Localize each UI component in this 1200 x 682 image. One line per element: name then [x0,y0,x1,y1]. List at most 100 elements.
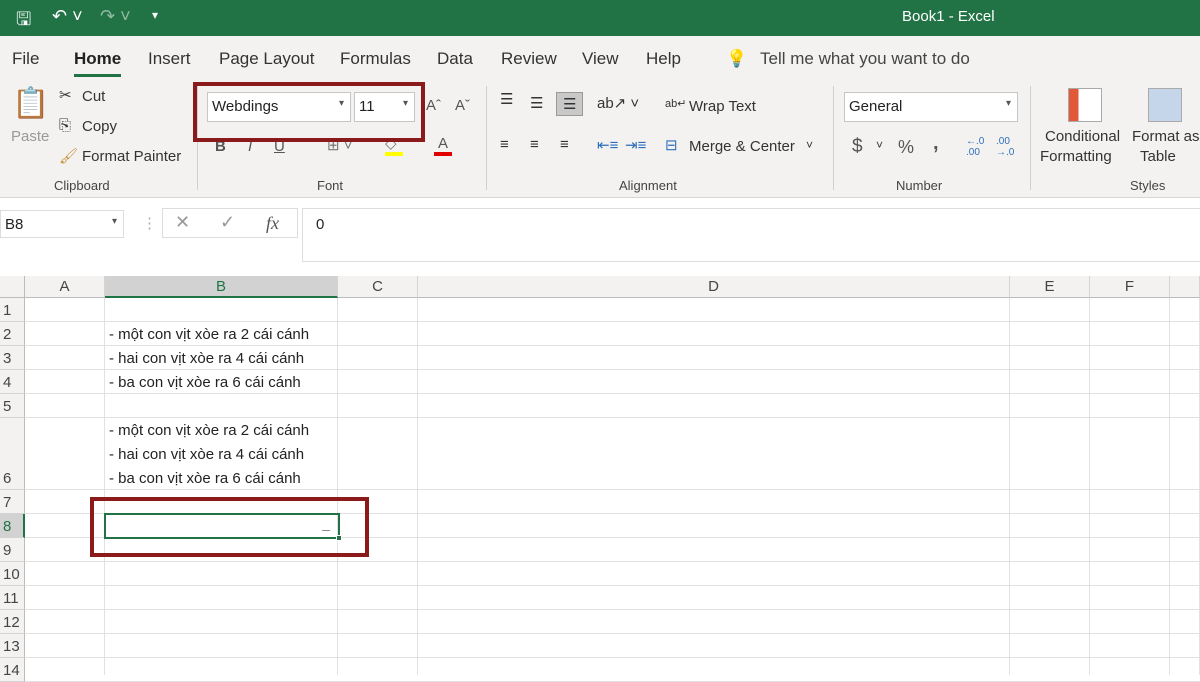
wrap-text-button[interactable]: Wrap Text [689,98,756,115]
row-header[interactable]: 7 [0,490,25,514]
format-as-table-button[interactable]: Format as [1132,128,1200,145]
font-color-button[interactable]: A [434,135,452,156]
formula-bar-area: B8 ⋮ ✕ ✓ fx 0 [0,198,1200,276]
insert-function-button[interactable]: fx [266,213,279,234]
row-header[interactable]: 11 [0,586,25,610]
increase-font-icon[interactable]: Aˆ [426,97,441,114]
column-header[interactable] [1170,276,1200,298]
customize-toolbar-icon[interactable]: ▾ [152,8,158,22]
conditional-formatting-icon [1068,88,1102,122]
redo-icon[interactable]: ↷ ˅ [100,6,131,27]
row-header[interactable]: 6 [0,418,25,490]
decrease-indent-icon[interactable]: ⇤≡ [597,136,618,154]
merge-center-icon: ⊟ [665,137,678,154]
formula-input[interactable]: 0 [302,208,1200,262]
currency-dropdown-icon[interactable]: ˅ [876,138,883,152]
copy-button[interactable]: Copy [82,118,117,135]
styles-group-label: Styles [1130,178,1166,193]
align-center-icon[interactable]: ≡ [530,136,539,153]
cell-b3[interactable]: - hai con vịt xòe ra 4 cái cánh [109,350,304,367]
decrease-font-icon[interactable]: Aˇ [455,97,470,114]
format-painter-button[interactable]: Format Painter [82,148,181,165]
tab-help[interactable]: Help [646,49,681,69]
lightbulb-icon: 💡 [726,49,748,68]
row-header[interactable]: 5 [0,394,25,418]
ribbon: 📋 Paste ✂ Cut ⎘ Copy 🖌 Format Painter Cl… [0,80,1200,198]
column-header[interactable]: B [105,276,338,298]
increase-decimal-icon[interactable]: ←.0.00 [966,136,984,158]
wrap-text-icon: ab↵ [665,98,687,110]
paste-button[interactable]: Paste [11,128,49,145]
column-header[interactable]: F [1090,276,1170,298]
format-as-table-button-line2[interactable]: Table [1140,148,1176,165]
cancel-icon[interactable]: ✕ [175,212,190,233]
font-highlight-box [193,82,425,142]
align-middle-icon[interactable]: ☰ [530,94,543,112]
font-group-label: Font [317,178,344,193]
tab-formulas[interactable]: Formulas [340,49,411,69]
increase-indent-icon[interactable]: ⇥≡ [625,136,646,154]
row-header[interactable]: 10 [0,562,25,586]
tab-review[interactable]: Review [501,49,557,69]
alignment-group-label: Alignment [619,178,677,193]
name-box[interactable]: B8 [0,210,124,238]
column-header[interactable]: C [338,276,418,298]
column-header[interactable]: E [1010,276,1090,298]
cell-b2[interactable]: - một con vịt xòe ra 2 cái cánh [109,326,309,343]
cell-b4[interactable]: - ba con vịt xòe ra 6 cái cánh [109,374,301,391]
tab-insert[interactable]: Insert [148,49,191,69]
format-painter-icon: 🖌 [59,148,79,165]
tab-view[interactable]: View [582,49,619,69]
number-format-value: General [849,98,903,115]
row-header[interactable]: 12 [0,610,25,634]
tab-file[interactable]: File [12,49,39,69]
title-bar: 🖫 ↶ ˅ ↷ ˅ ▾ Book1 - Excel [0,0,1200,36]
row-header[interactable]: 4 [0,370,25,394]
row-header[interactable]: 1 [0,298,25,322]
row-header[interactable]: 13 [0,634,25,658]
cell-b6-line1[interactable]: - một con vịt xòe ra 2 cái cánh [109,422,309,439]
clipboard-group-label: Clipboard [54,178,110,193]
tell-me-search[interactable]: Tell me what you want to do [760,49,970,69]
cell-b6-line2[interactable]: - hai con vịt xòe ra 4 cái cánh [109,446,304,463]
window-title: Book1 - Excel [902,8,995,25]
select-all-corner[interactable] [0,276,25,298]
align-left-icon[interactable]: ≡ [500,136,509,153]
conditional-formatting-button[interactable]: Conditional [1045,128,1120,145]
number-format-dropdown[interactable]: General [844,92,1018,122]
comma-button[interactable]: , [933,132,939,155]
cut-button[interactable]: Cut [82,88,105,105]
more-options-icon: ⋮ [142,215,157,232]
row-header[interactable]: 9 [0,538,25,562]
number-group-label: Number [896,178,943,193]
merge-center-button[interactable]: Merge & Center [689,138,795,155]
row-header[interactable]: 8 [0,514,25,538]
decrease-decimal-icon[interactable]: .00 →.0 [996,136,1014,158]
formula-value: 0 [316,216,325,233]
ribbon-tabs: File Home Insert Page Layout Formulas Da… [0,36,1200,80]
merge-center-dropdown-icon[interactable]: ˅ [806,138,813,152]
format-as-table-icon [1148,88,1182,122]
enter-icon[interactable]: ✓ [220,212,235,233]
percent-button[interactable]: % [898,137,914,158]
save-icon[interactable]: 🖫 [16,7,31,37]
undo-icon[interactable]: ↶ ˅ [52,6,83,27]
cut-icon: ✂ [59,87,72,104]
column-header[interactable]: D [418,276,1010,298]
orientation-icon[interactable]: ab↗ ˅ [597,94,639,112]
align-bottom-icon[interactable]: ☰ [556,92,584,116]
row-header[interactable]: 2 [0,322,25,346]
tab-data[interactable]: Data [437,49,473,69]
tab-home[interactable]: Home [74,49,122,77]
row-header[interactable]: 3 [0,346,25,370]
align-right-icon[interactable]: ≡ [560,136,569,153]
currency-button[interactable]: $ [852,136,863,158]
paste-icon[interactable]: 📋 [12,86,49,121]
row-header[interactable]: 14 [0,658,25,682]
conditional-formatting-button-line2[interactable]: Formatting [1040,148,1112,165]
tab-page-layout[interactable]: Page Layout [219,49,314,69]
column-header[interactable]: A [25,276,105,298]
cell-b6-line3[interactable]: - ba con vịt xòe ra 6 cái cánh [109,470,301,487]
copy-icon: ⎘ [59,117,72,134]
align-top-icon[interactable]: ☰ [500,90,513,108]
